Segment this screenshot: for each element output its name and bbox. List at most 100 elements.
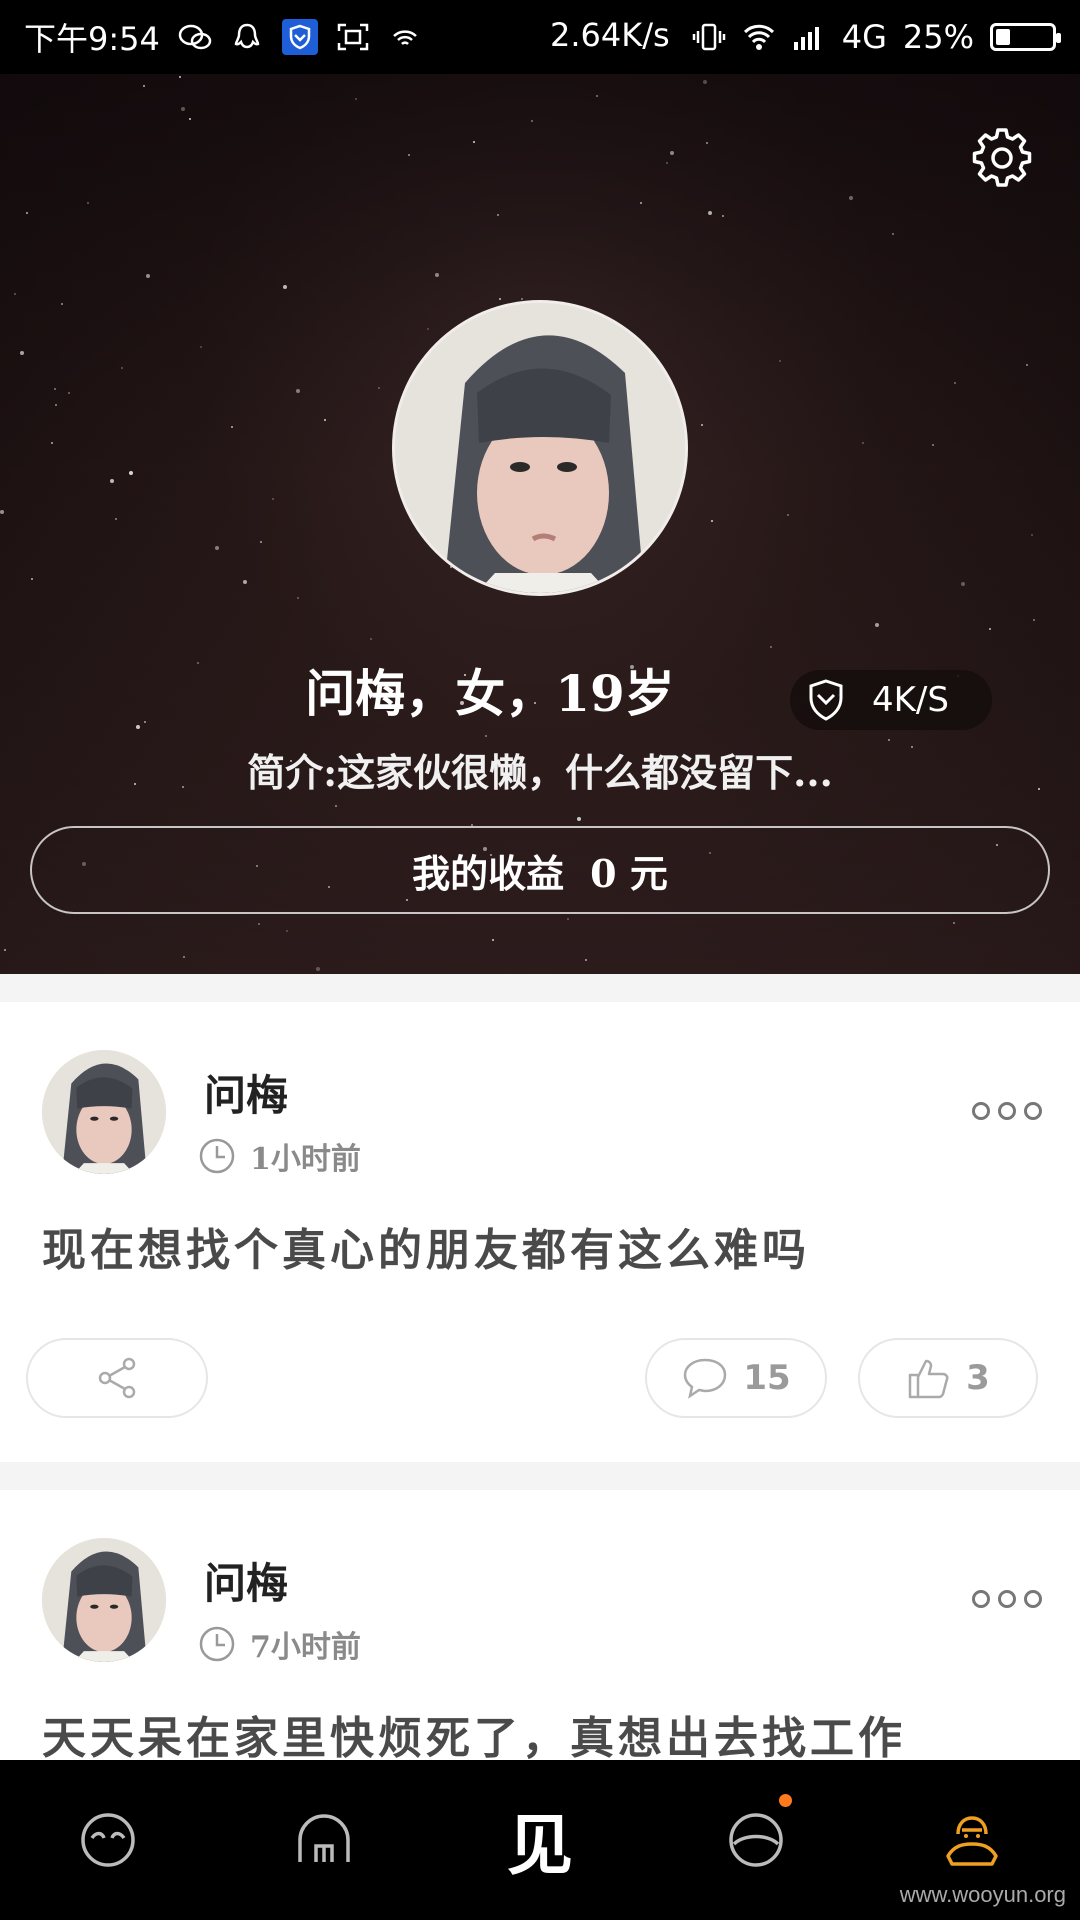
star-dot — [189, 118, 191, 120]
star-dot — [370, 638, 372, 640]
star-dot — [961, 582, 965, 586]
post-card: 问梅 7小时前 天天呆在家里快烦死了，真想出去找工作 — [0, 1490, 1080, 1764]
star-dot — [26, 212, 28, 214]
star-dot — [585, 959, 587, 961]
post-card: 问梅 1小时前 现在想找个真心的朋友都有这么难吗 15 3 — [0, 1002, 1080, 1462]
star-dot — [61, 303, 63, 305]
star-dot — [670, 151, 674, 155]
shield-icon — [809, 679, 843, 721]
star-dot — [378, 387, 380, 389]
star-dot — [231, 426, 233, 428]
star-dot — [181, 107, 185, 111]
star-dot — [272, 498, 274, 500]
battery-percent: 25% — [902, 18, 974, 56]
screenshot-icon — [337, 23, 369, 51]
post-author-name[interactable]: 问梅 — [204, 1550, 288, 1611]
post-content: 现在想找个真心的朋友都有这么难吗 — [42, 1225, 810, 1276]
star-dot — [722, 215, 724, 217]
star-dot — [706, 142, 708, 144]
star-dot — [888, 739, 890, 741]
star-dot — [1026, 364, 1028, 366]
post-time-label: 1小时前 — [250, 1142, 361, 1177]
more-options-icon[interactable] — [972, 1590, 1042, 1608]
status-bar: 下午9:54 2.64K/s 4G 25% — [0, 0, 1080, 74]
star-dot — [408, 154, 410, 156]
profile-header: 问梅，女，19岁 4K/S 简介:这家伙很懒，什么都没留下... 我的收益 0 … — [0, 74, 1080, 974]
income-label: 我的收益 — [412, 850, 565, 896]
post-author-avatar[interactable] — [42, 1050, 166, 1174]
star-dot — [666, 162, 668, 164]
post-time: 1小时前 — [198, 1134, 361, 1178]
more-options-icon[interactable] — [972, 1102, 1042, 1120]
star-dot — [703, 80, 707, 84]
post-author-avatar[interactable] — [42, 1538, 166, 1662]
comment-button[interactable]: 15 — [645, 1338, 827, 1418]
star-dot — [1033, 619, 1035, 621]
post-author-name[interactable]: 问梅 — [204, 1062, 288, 1123]
settings-gear-icon[interactable] — [970, 126, 1034, 190]
share-icon — [98, 1357, 136, 1399]
wifi-small-icon — [393, 30, 417, 45]
star-dot — [787, 514, 789, 516]
star-dot — [4, 949, 6, 951]
watermark: www.wooyun.org — [899, 1882, 1066, 1907]
star-dot — [146, 274, 150, 278]
share-button[interactable] — [26, 1338, 208, 1418]
like-button[interactable]: 3 — [858, 1338, 1038, 1418]
star-dot — [110, 479, 114, 483]
star-dot — [862, 442, 864, 444]
star-dot — [87, 202, 89, 204]
star-dot — [355, 98, 357, 100]
speed-badge-label: 4K/S — [872, 680, 949, 720]
profile-person-icon — [946, 1816, 998, 1866]
signal-icon — [793, 27, 819, 50]
star-dot — [296, 389, 300, 393]
net-speed: 2.64K/s — [550, 16, 670, 54]
battery-icon — [990, 23, 1061, 51]
star-dot — [68, 392, 70, 394]
wifi-icon — [743, 24, 774, 50]
nav-tab-discover-label: 见 — [507, 1806, 573, 1884]
star-dot — [932, 444, 934, 446]
star-dot — [51, 442, 53, 444]
comment-icon — [684, 1358, 727, 1399]
star-dot — [121, 367, 123, 369]
star-dot — [531, 120, 533, 122]
clock-icon — [199, 1138, 235, 1174]
avatar-portrait — [42, 1538, 166, 1662]
star-dot — [200, 346, 202, 348]
star-dot — [260, 541, 262, 543]
star-dot — [129, 471, 133, 475]
my-income-button[interactable]: 我的收益 0 元 — [30, 826, 1050, 914]
nav-tab-face[interactable] — [58, 1790, 158, 1890]
comment-count: 15 — [743, 1358, 791, 1398]
star-dot — [492, 939, 494, 941]
star-dot — [711, 520, 713, 522]
nav-tab-home[interactable] — [274, 1790, 374, 1890]
nav-tab-messages[interactable] — [706, 1790, 806, 1890]
profile-avatar[interactable] — [392, 300, 688, 596]
star-dot — [708, 211, 712, 215]
profile-name-gender-age: 问梅，女，19岁 — [305, 664, 675, 723]
network-type: 4G — [841, 18, 887, 56]
star-dot — [283, 285, 287, 289]
speed-badge[interactable]: 4K/S — [790, 670, 992, 730]
star-dot — [0, 510, 4, 514]
battery-level — [996, 29, 1010, 45]
like-count: 3 — [966, 1358, 990, 1398]
star-dot — [286, 930, 288, 932]
notification-dot — [779, 1794, 792, 1807]
star-dot — [115, 518, 117, 520]
smiley-icon — [81, 1813, 135, 1867]
star-dot — [31, 578, 33, 580]
star-dot — [701, 424, 703, 426]
star-dot — [779, 360, 781, 362]
house-icon — [298, 1814, 350, 1862]
star-dot — [567, 918, 569, 920]
nav-tab-discover[interactable]: 见 — [490, 1790, 590, 1890]
star-dot — [14, 293, 16, 295]
chat-bubble-icon — [729, 1813, 783, 1867]
nav-tab-profile[interactable] — [922, 1790, 1022, 1890]
star-dot — [875, 623, 879, 627]
qq-icon — [234, 23, 260, 49]
